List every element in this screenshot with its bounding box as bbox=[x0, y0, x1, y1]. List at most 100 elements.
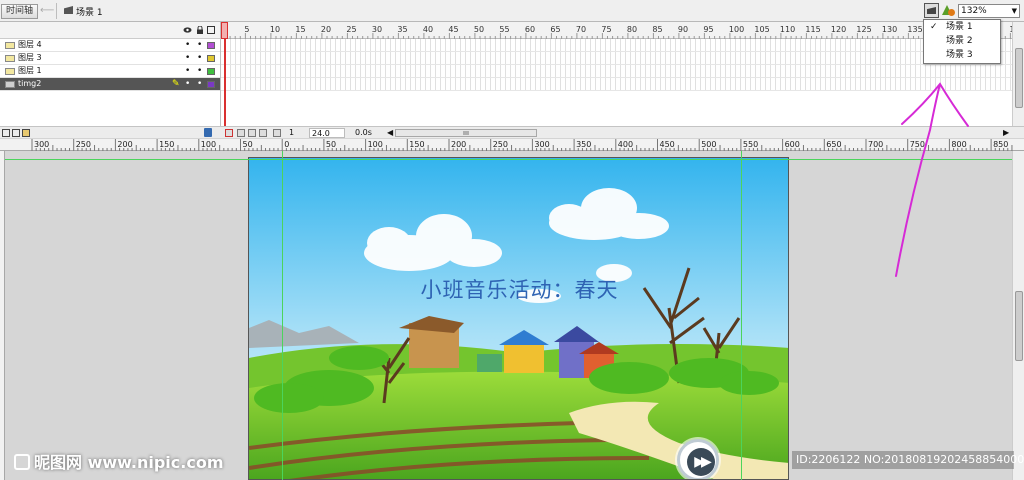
guide-line[interactable] bbox=[741, 151, 742, 480]
lock-icon[interactable] bbox=[196, 25, 204, 34]
visibility-dot[interactable]: • bbox=[185, 78, 190, 90]
edit-multiple-frames-icon[interactable] bbox=[259, 129, 267, 137]
watermark-text: 昵图网 www.nipic.com bbox=[34, 453, 224, 472]
layer-color-swatch[interactable] bbox=[207, 55, 215, 62]
divider bbox=[56, 3, 57, 19]
current-frame: 1 bbox=[289, 128, 295, 137]
frame-ruler-ticks: 5 10 15 20 25 30 35 40 45 50 55 60 65 70 75 80 85 90 95 100… bbox=[224, 25, 1024, 39]
frame-tick-label: 80 bbox=[627, 25, 637, 34]
frame-tick-label: 105 bbox=[754, 25, 769, 34]
zoom-value: 132% bbox=[961, 6, 987, 16]
scene-menu-item-2[interactable]: 场景 2 bbox=[924, 34, 1000, 48]
scene-dropdown-menu: ✓ 场景 1 场景 2 场景 3 bbox=[923, 19, 1001, 64]
scene-menu-item-3[interactable]: 场景 3 bbox=[924, 48, 1000, 62]
visibility-dot[interactable]: • bbox=[185, 39, 190, 51]
layer-row-selected[interactable]: timg2 ✎ • • bbox=[0, 78, 220, 91]
frame-tick-label: 25 bbox=[346, 25, 356, 34]
stage-horizontal-ruler[interactable]: 300 250 200 150 100 50 0 50 100 150 200 250 300 350 40… bbox=[0, 139, 1024, 151]
ruler-tick-label: 200 bbox=[451, 140, 466, 149]
timeline-scrollbar[interactable] bbox=[1012, 22, 1024, 126]
onion-markers-icon[interactable] bbox=[273, 129, 281, 137]
fast-forward-icon: ▶▶ bbox=[687, 448, 715, 476]
ruler-tick-label: 450 bbox=[660, 140, 675, 149]
current-scene-label: 场景 1 bbox=[76, 8, 103, 18]
ruler-tick-label: 150 bbox=[159, 140, 174, 149]
center-frame-icon[interactable] bbox=[225, 129, 233, 137]
logo-seal-icon bbox=[14, 454, 30, 470]
new-folder-icon[interactable] bbox=[22, 129, 30, 137]
scroll-left-icon[interactable]: ◀ bbox=[387, 128, 393, 137]
layer-row[interactable]: 图层 3 • • bbox=[0, 52, 220, 65]
frame-tick-label: 115 bbox=[805, 25, 820, 34]
edit-bar: 时间轴 ⟵ 场景 1 132% ▼ bbox=[0, 0, 1024, 22]
lock-dot[interactable]: • bbox=[197, 65, 202, 77]
stage-scrollbar[interactable] bbox=[1012, 151, 1024, 480]
scrollbar-thumb[interactable] bbox=[1015, 48, 1023, 108]
circle-icon bbox=[948, 9, 955, 16]
onion-skin-icon[interactable] bbox=[237, 129, 245, 137]
frame-tick-label: 20 bbox=[321, 25, 331, 34]
frame-tick-label: 35 bbox=[397, 25, 407, 34]
outline-icon[interactable] bbox=[207, 26, 215, 34]
ruler-tick-label: 400 bbox=[618, 140, 633, 149]
stage-canvas[interactable]: 小班音乐活动：春天 ▶▶ bbox=[248, 157, 789, 480]
frame-tick-label: 55 bbox=[499, 25, 509, 34]
timeline-toggle-button[interactable]: 时间轴 bbox=[1, 4, 39, 19]
zoom-select[interactable]: 132% ▼ bbox=[958, 4, 1020, 18]
layer-name: timg2 bbox=[18, 79, 42, 88]
lock-dot[interactable]: • bbox=[197, 78, 202, 90]
timeline-hscrollbar[interactable] bbox=[395, 129, 537, 137]
pencil-icon: ✎ bbox=[172, 79, 180, 89]
trash-icon[interactable] bbox=[204, 128, 212, 137]
layer-color-swatch[interactable] bbox=[207, 81, 215, 88]
eye-icon[interactable] bbox=[183, 26, 192, 34]
layer-name: 图层 4 bbox=[18, 40, 42, 49]
chevron-down-icon: ▼ bbox=[1011, 7, 1017, 15]
layers-footer bbox=[0, 126, 221, 138]
lock-dot[interactable]: • bbox=[197, 52, 202, 64]
scene-menu-item-1[interactable]: ✓ 场景 1 bbox=[924, 20, 1000, 34]
back-arrow-icon[interactable]: ⟵ bbox=[40, 5, 54, 16]
ruler-tick-label: 300 bbox=[534, 140, 549, 149]
frame-rate[interactable]: 24.0 fps bbox=[309, 128, 345, 147]
checkmark-icon: ✓ bbox=[930, 22, 938, 32]
spring-landscape-illustration bbox=[249, 158, 788, 479]
play-button[interactable]: ▶▶ bbox=[677, 439, 719, 479]
onion-outline-icon[interactable] bbox=[248, 129, 256, 137]
layer-row[interactable]: 图层 1 • • bbox=[0, 65, 220, 78]
edit-scene-button[interactable] bbox=[924, 3, 939, 18]
frame-tick-label: 60 bbox=[525, 25, 535, 34]
scrollbar-grip-icon[interactable] bbox=[446, 130, 486, 136]
frame-ruler[interactable]: 5 10 15 20 25 30 35 40 45 50 55 60 65 70 75 80 85 90 95 100… bbox=[221, 22, 1024, 39]
ruler-tick-label: 600 bbox=[785, 140, 800, 149]
layer-icon bbox=[5, 68, 15, 75]
frame-tick-label: 125 bbox=[856, 25, 871, 34]
stage-ruler-ticks: 300 250 200 150 100 50 0 50 100 150 200 250 300 350 40… bbox=[31, 139, 1013, 151]
layer-color-swatch[interactable] bbox=[207, 42, 215, 49]
guide-line[interactable] bbox=[5, 159, 1012, 160]
scrollbar-thumb[interactable] bbox=[1015, 291, 1023, 361]
annotation-arrow bbox=[895, 82, 969, 277]
visibility-dot[interactable]: • bbox=[185, 65, 190, 77]
ruler-tick-label: 350 bbox=[576, 140, 591, 149]
scene-menu-label: 场景 3 bbox=[946, 50, 973, 60]
new-layer-icon[interactable] bbox=[2, 129, 10, 137]
scroll-right-icon[interactable]: ▶ bbox=[1003, 128, 1009, 137]
playhead-handle[interactable] bbox=[221, 22, 228, 39]
layer-color-swatch[interactable] bbox=[207, 68, 215, 75]
frame-tick-label: 50 bbox=[474, 25, 484, 34]
lock-dot[interactable]: • bbox=[197, 39, 202, 51]
layer-icon bbox=[5, 81, 15, 88]
frame-tick-label: 110 bbox=[780, 25, 795, 34]
new-guide-icon[interactable] bbox=[12, 129, 20, 137]
ruler-tick-label: 250 bbox=[493, 140, 508, 149]
frame-tick-label: 130 bbox=[882, 25, 897, 34]
layer-row[interactable]: 图层 4 • • bbox=[0, 39, 220, 52]
visibility-dot[interactable]: • bbox=[185, 52, 190, 64]
ruler-tick-label: 0 bbox=[284, 140, 289, 149]
guide-line[interactable] bbox=[282, 151, 283, 480]
edit-symbols-button[interactable] bbox=[941, 3, 956, 18]
ruler-tick-label: 200 bbox=[117, 140, 132, 149]
scene-menu-label: 场景 2 bbox=[946, 36, 973, 46]
layer-name: 图层 3 bbox=[18, 53, 42, 62]
